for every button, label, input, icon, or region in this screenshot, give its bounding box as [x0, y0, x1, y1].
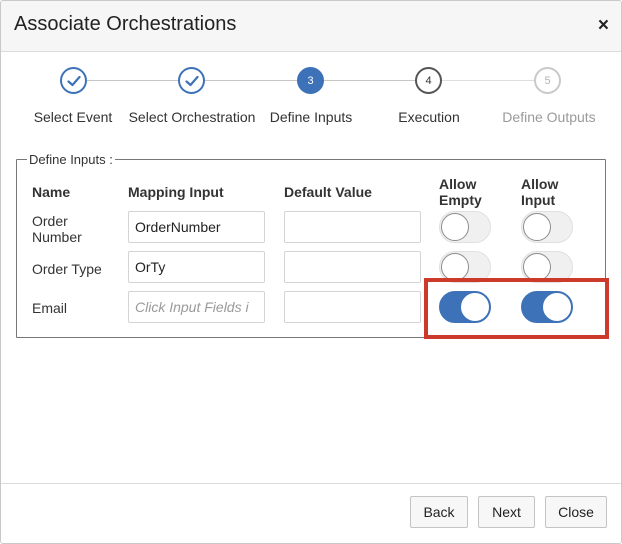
- train-connector: [205, 80, 298, 81]
- allow-input-toggle[interactable]: [521, 211, 573, 243]
- associate-orchestrations-dialog: Associate Orchestrations × 3 4 5 Select …: [0, 0, 622, 544]
- column-header-allow-empty: Allow Empty: [439, 176, 482, 208]
- step-number: 4: [425, 74, 432, 87]
- close-button[interactable]: Close: [545, 496, 607, 528]
- column-header-allow-input: Allow Input: [521, 176, 559, 208]
- step-define-outputs: 5: [534, 67, 561, 94]
- step-number: 5: [544, 74, 551, 87]
- step-select-event[interactable]: [60, 67, 87, 94]
- train-connector: [441, 80, 534, 81]
- default-value-field[interactable]: [284, 291, 421, 323]
- mapping-input-field[interactable]: [128, 291, 265, 323]
- define-inputs-legend: Define Inputs :: [27, 152, 115, 167]
- toggle-knob: [523, 213, 551, 241]
- allow-empty-toggle[interactable]: [439, 211, 491, 243]
- dialog-title: Associate Orchestrations: [14, 13, 237, 35]
- step-select-orchestration[interactable]: [178, 67, 205, 94]
- toggle-knob: [441, 213, 469, 241]
- column-header-name: Name: [32, 184, 71, 200]
- step-label-define-outputs: Define Outputs: [502, 109, 596, 125]
- mapping-input-field[interactable]: [128, 251, 265, 283]
- step-define-inputs[interactable]: 3: [297, 67, 324, 94]
- check-icon: [184, 75, 199, 86]
- train-connector: [323, 80, 416, 81]
- column-header-default-value: Default Value: [284, 184, 372, 200]
- column-header-mapping-input: Mapping Input: [128, 184, 224, 200]
- toggle-knob: [441, 253, 469, 281]
- train-connector: [87, 80, 180, 81]
- default-value-field[interactable]: [284, 211, 421, 243]
- back-button[interactable]: Back: [410, 496, 468, 528]
- check-icon: [66, 75, 81, 86]
- default-value-field[interactable]: [284, 251, 421, 283]
- step-number: 3: [307, 74, 314, 87]
- next-button[interactable]: Next: [478, 496, 535, 528]
- step-label-execution[interactable]: Execution: [359, 109, 499, 125]
- row-name-order-number: Order Number: [32, 213, 82, 245]
- dialog-header: Associate Orchestrations ×: [1, 1, 621, 52]
- row-name-order-type: Order Type: [32, 261, 102, 277]
- row-name-email: Email: [32, 300, 68, 316]
- toggle-knob: [523, 253, 551, 281]
- close-icon[interactable]: ×: [598, 16, 609, 35]
- highlight-annotation-box: [424, 278, 609, 339]
- step-execution[interactable]: 4: [415, 67, 442, 94]
- mapping-input-field[interactable]: [128, 211, 265, 243]
